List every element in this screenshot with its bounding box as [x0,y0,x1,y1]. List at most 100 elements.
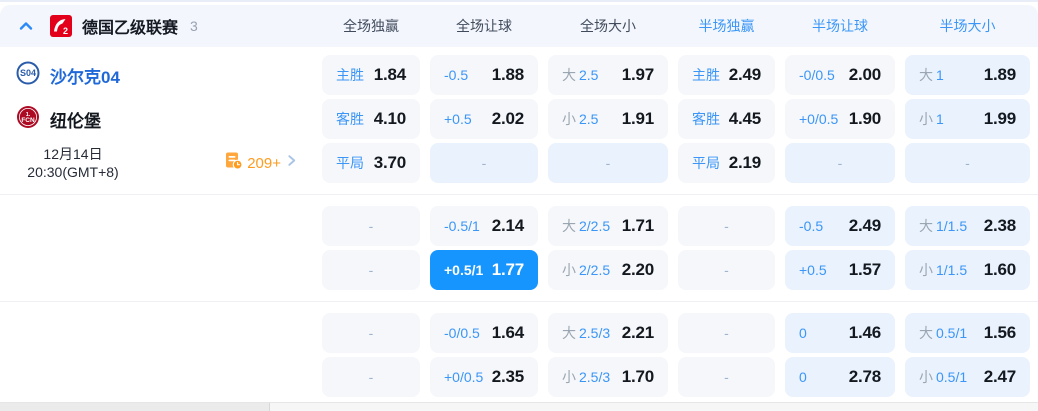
odds-cell[interactable]: 大 1/1.5 2.38 [905,206,1030,246]
odds-value: 1.97 [621,65,654,84]
odds-cell[interactable]: 大 0.5/1 1.56 [905,313,1030,353]
odds-label-line: 0.5/1 [936,325,968,341]
odds-cell[interactable]: 小 2.5/3 1.70 [548,357,668,397]
odds-cell[interactable]: -0.5 1.88 [430,55,538,95]
odds-cell[interactable]: +0.5 1.57 [785,250,895,290]
odds-label-line: 客胜 [692,111,720,127]
next-section-tab [0,403,270,411]
chevron-right-icon [285,154,298,172]
home-team-logo-icon: S04 [16,61,40,90]
column-header-ft-totals: 全场大小 [580,18,636,34]
odds-cell[interactable]: -0.5 2.49 [785,206,895,246]
odds-label-line: -0/0.5 [444,325,480,341]
league-match-count: 3 [190,18,198,34]
odds-cell-empty: - [678,250,775,290]
odds-label-side: 大 [919,67,933,83]
column-header-ft-handicap: 全场让球 [456,18,512,34]
odds-cell[interactable]: 客胜 4.10 [322,99,420,139]
odds-label-line: -0.5 [799,218,824,234]
odds-cell[interactable]: 客胜 4.45 [678,99,775,139]
odds-label-line: -0.5/1 [444,218,480,234]
odds-cell[interactable]: 小 1/1.5 1.60 [905,250,1030,290]
odds-label: -0.5/1 [444,218,480,234]
odds-label-side: 大 [562,218,576,234]
away-team-row[interactable]: 1. FCN 纽伦堡 [0,97,312,141]
odds-label: 平局 [692,153,720,173]
odds-label-line: +0.5 [799,262,827,278]
empty-odds-dash: - [368,325,374,341]
empty-odds-dash: - [724,369,729,385]
odds-label-line: 2.5/3 [579,369,611,385]
more-markets-link[interactable]: 209+ [224,151,298,175]
odds-label-line: 0 [799,369,807,385]
odds-label-side: 小 [562,262,576,278]
odds-cell-empty: - [678,206,775,246]
odds-label: 大 0.5/1 [919,323,967,343]
odds-cell[interactable]: 小 2/2.5 2.20 [548,250,668,290]
odds-label: 小 2/2.5 [562,260,610,280]
empty-odds-dash: - [837,155,843,171]
odds-label: +0.5/1 [444,262,483,278]
odds-value: 1.64 [491,323,524,342]
odds-cell[interactable]: +0/0.5 1.90 [785,99,895,139]
match-odds-grid: S04 沙尔克04 1.FCN 纽伦堡 12月14日 20:30(GMT+8) [0,47,1038,399]
odds-value: 2.49 [728,65,761,84]
odds-cell[interactable]: 大 1 1.89 [905,55,1030,95]
odds-value: 2.14 [491,216,524,235]
empty-odds-dash: - [368,218,374,234]
league-logo-icon: 2 [50,15,72,37]
home-team-name: 沙尔克04 [50,67,120,87]
odds-value: 2.21 [621,323,654,342]
odds-value: 2.35 [491,367,524,386]
odds-label: 0 [799,325,807,341]
odds-cell-empty: - [322,357,420,397]
odds-cell-empty: - [548,143,668,183]
odds-label: 大1 [919,65,944,85]
league-header: 2 德国乙级联赛 3 全场独赢 全场让球 全场大小 半场独赢 半场让球 半场大小 [0,5,1038,47]
odds-panel: 2 德国乙级联赛 3 全场独赢 全场让球 全场大小 半场独赢 半场让球 半场大小… [0,0,1038,411]
odds-cell[interactable]: 大 2.5/3 2.21 [548,313,668,353]
odds-label: +0.5 [799,262,827,278]
odds-cell-empty: - [678,357,775,397]
odds-label: -0/0.5 [799,67,835,83]
odds-cell[interactable]: -0/0.5 2.00 [785,55,895,95]
odds-cell[interactable]: +0.5 2.02 [430,99,538,139]
odds-cell[interactable]: 主胜 1.84 [322,55,420,95]
odds-label-line: 1 [936,67,944,83]
odds-value: 1.84 [373,65,406,84]
odds-cell[interactable]: -0.5/1 2.14 [430,206,538,246]
odds-label-side: 大 [919,218,933,234]
odds-label-line: 2.5/3 [579,325,611,341]
odds-value: 1.89 [983,65,1016,84]
odds-cell[interactable]: 主胜 2.49 [678,55,775,95]
odds-cell[interactable]: 小 1 1.99 [905,99,1030,139]
odds-label: +0/0.5 [444,369,483,385]
odds-cell[interactable]: 小 2.5 1.91 [548,99,668,139]
odds-cell[interactable]: +0/0.5 2.35 [430,357,538,397]
odds-label-line: 主胜 [336,67,364,83]
odds-label-line: 1/1.5 [936,218,968,234]
odds-label: 大 2/2.5 [562,216,610,236]
odds-cell[interactable]: 大 2.5 1.97 [548,55,668,95]
odds-cell-empty: - [322,206,420,246]
odds-value: 2.19 [728,153,761,172]
odds-label-side: 小 [562,369,576,385]
odds-cell[interactable]: 小 0.5/1 2.47 [905,357,1030,397]
home-team-row[interactable]: S04 沙尔克04 [0,53,312,97]
odds-cell[interactable]: 平局 2.19 [678,143,775,183]
odds-cell[interactable]: 0 1.46 [785,313,895,353]
odds-cell[interactable]: +0.5/1 1.77 [430,250,538,290]
odds-label-side: 大 [562,67,576,83]
odds-label: 平局 [336,153,364,173]
collapse-chevron-up-icon[interactable] [18,18,34,34]
odds-cell[interactable]: 0 2.78 [785,357,895,397]
odds-cell-empty: - [322,250,420,290]
odds-label-line: -0.5 [444,67,469,83]
odds-cell[interactable]: 大 2/2.5 1.71 [548,206,668,246]
odds-cell[interactable]: 平局 3.70 [322,143,420,183]
odds-value: 1.57 [848,260,881,279]
odds-label-line: 客胜 [336,111,364,127]
odds-cell-empty: - [785,143,895,183]
empty-odds-dash: - [605,155,611,171]
odds-cell[interactable]: -0/0.5 1.64 [430,313,538,353]
